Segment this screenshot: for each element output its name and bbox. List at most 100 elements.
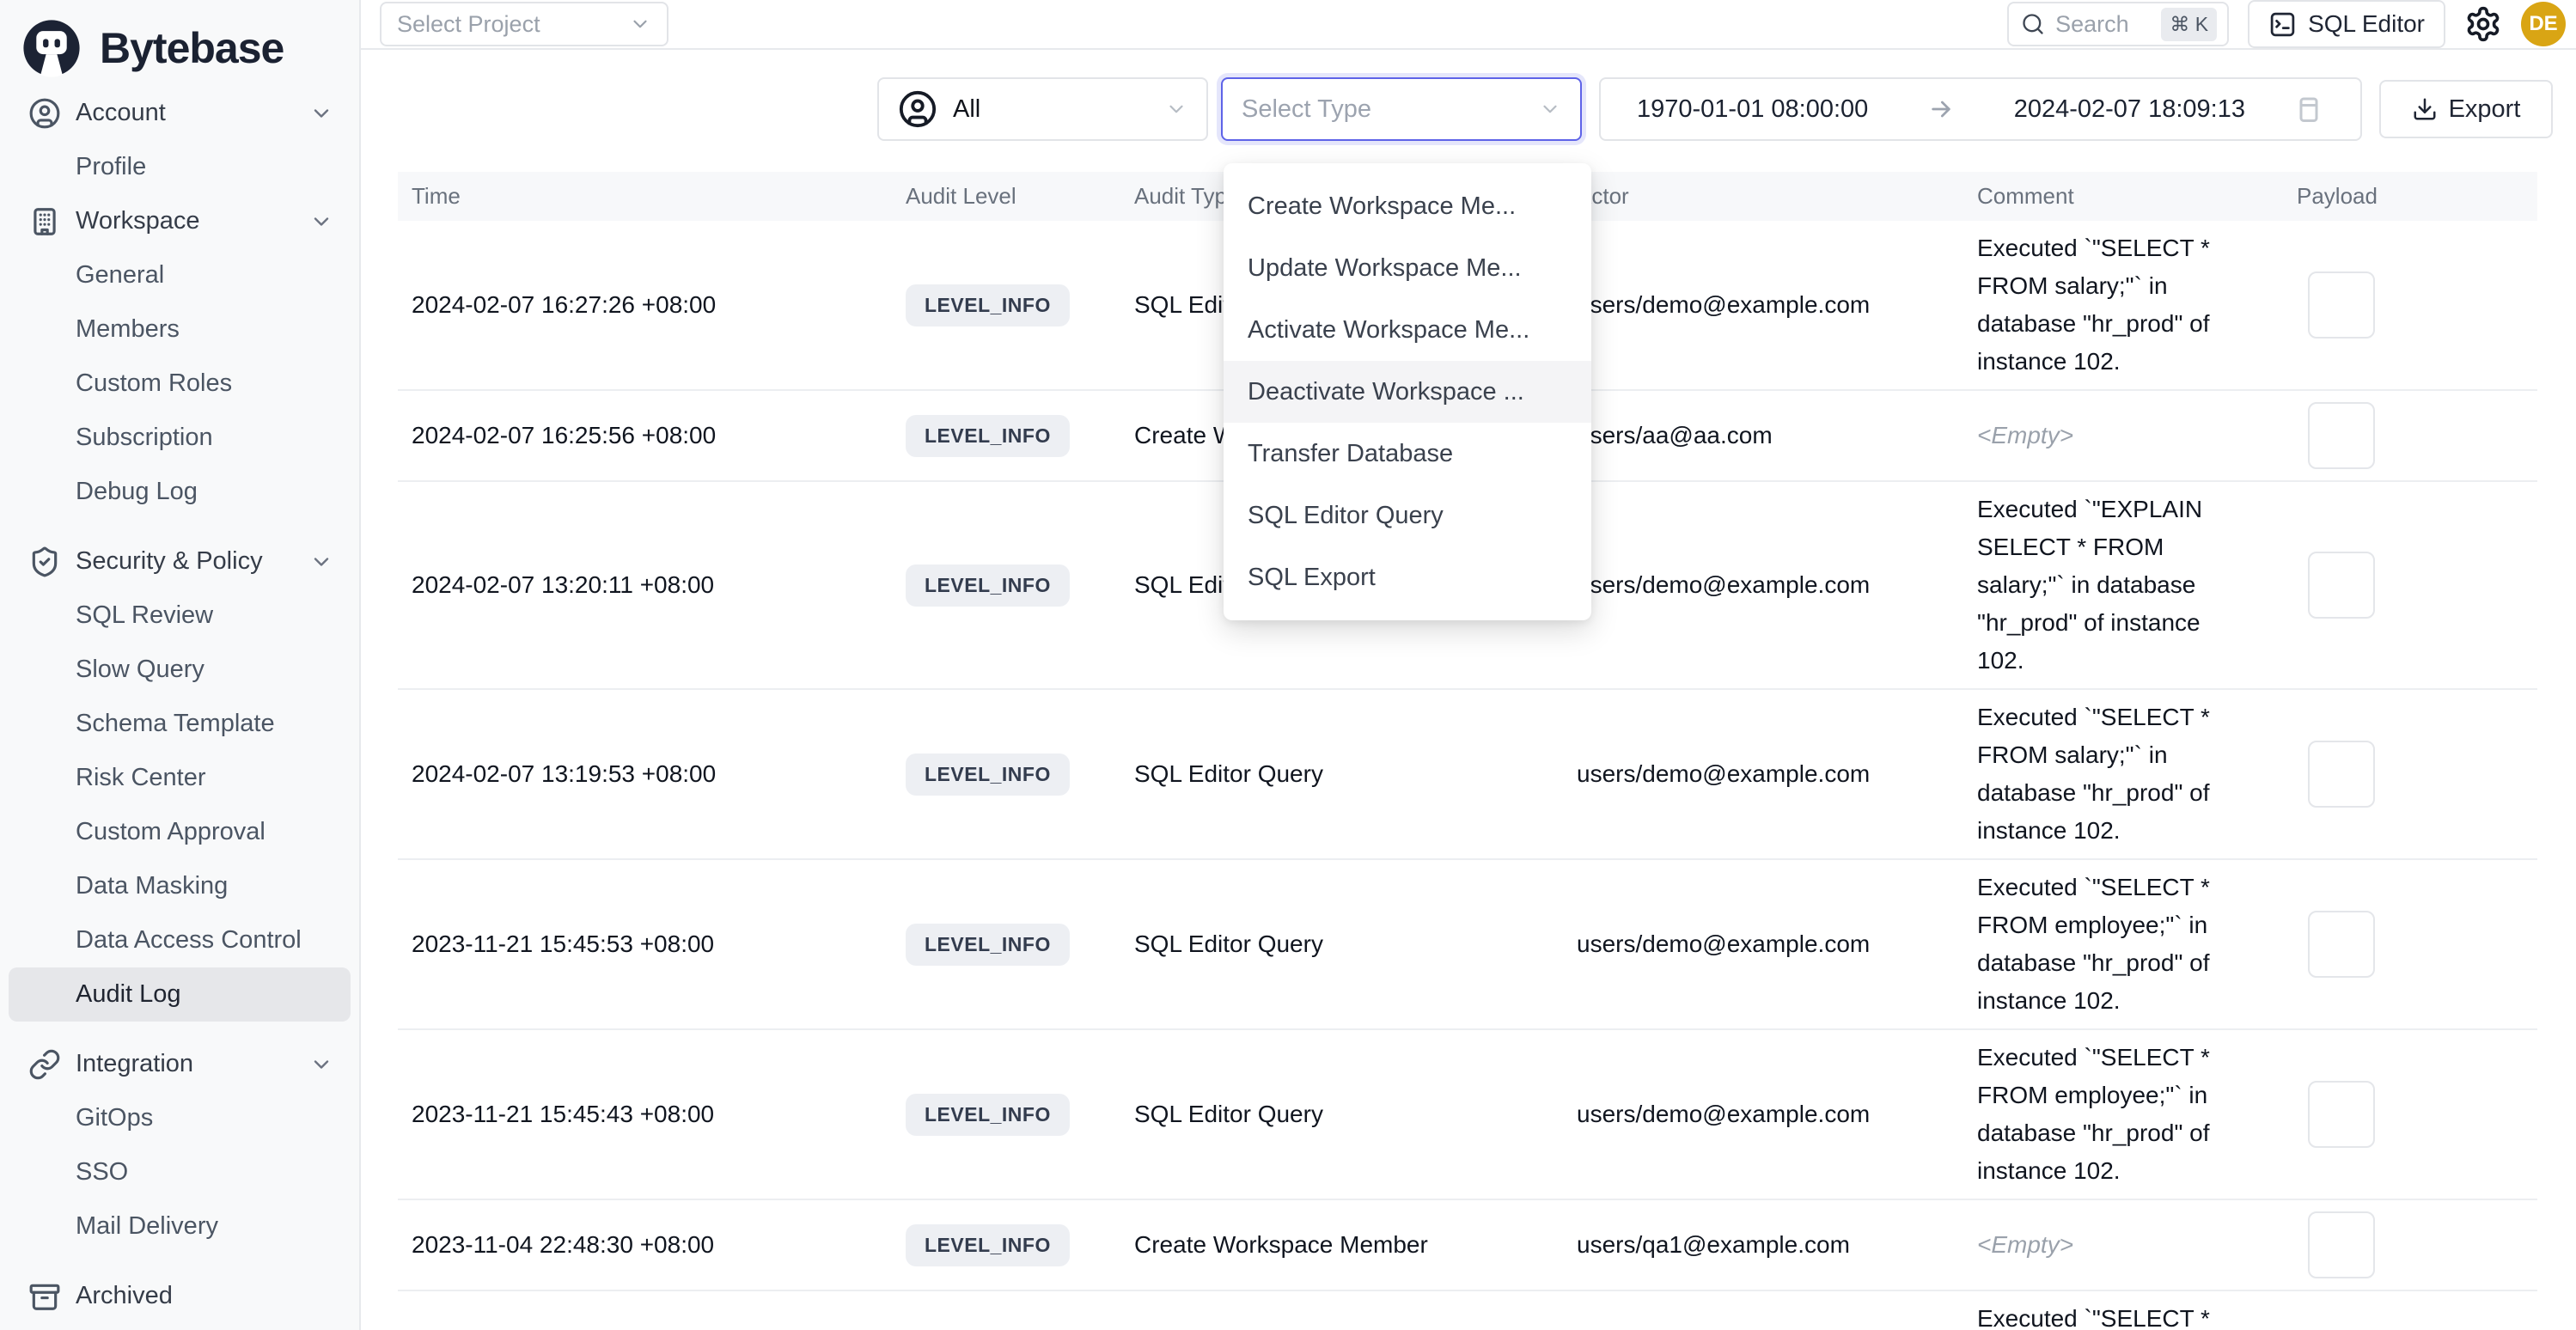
cell-actor: users/demo@example.com [1573,291,1969,319]
sidebar-item-general[interactable]: General [9,248,351,302]
sql-editor-button[interactable]: SQL Editor [2248,0,2445,48]
sidebar-item-audit-log[interactable]: Audit Log [9,967,351,1022]
menu-item-activate-workspace-me[interactable]: Activate Workspace Me... [1224,299,1591,361]
menu-item-transfer-database[interactable]: Transfer Database [1224,423,1591,485]
file-search-icon [2324,1097,2359,1132]
file-search-icon [2324,288,2359,322]
cell-audit-level: LEVEL_INFO [892,924,1122,966]
sidebar-item-sso[interactable]: SSO [9,1145,351,1199]
sidebar-item-subscription[interactable]: Subscription [9,411,351,465]
settings-gear-icon[interactable] [2464,5,2502,43]
cell-comment: Executed `"SELECT * FROM salary;"` in da… [1969,690,2265,858]
payload-button[interactable] [2308,911,2375,978]
cell-audit-type: SQL Editor Query [1122,760,1573,788]
table-row: 2023-11-04 22:48:30 +08:00 LEVEL_INFO Cr… [398,1200,2537,1291]
table-row: 2023-11-04 21:26:24 +08:00 LEVEL_INFO SQ… [398,1291,2537,1330]
chevron-down-icon [309,1052,333,1077]
file-search-icon [2324,927,2359,961]
download-icon [2412,96,2438,122]
cell-payload [2265,402,2537,469]
sidebar-item-custom-approval[interactable]: Custom Approval [9,805,351,859]
date-to: 2024-02-07 18:09:13 [2014,95,2245,124]
level-badge: LEVEL_INFO [906,1224,1070,1266]
type-filter-placeholder: Select Type [1242,95,1371,124]
cell-payload [2265,1211,2537,1278]
project-select[interactable]: Select Project [380,2,668,46]
sidebar-item-sql-review[interactable]: SQL Review [9,589,351,643]
cell-time: 2024-02-07 16:25:56 +08:00 [398,422,892,449]
column-header-time: Time [398,183,892,210]
file-search-icon [2324,568,2359,602]
export-button[interactable]: Export [2379,80,2553,138]
sidebar-item-gitops[interactable]: GitOps [9,1091,351,1145]
level-badge: LEVEL_INFO [906,753,1070,796]
sidebar-section-security-policy[interactable]: Security & Policy [0,534,359,589]
payload-button[interactable] [2308,1081,2375,1148]
sidebar-section-integration[interactable]: Integration [0,1037,359,1091]
cell-audit-level: LEVEL_INFO [892,753,1122,796]
chevron-down-icon [1165,98,1187,120]
menu-item-sql-export[interactable]: SQL Export [1224,546,1591,608]
user-avatar[interactable]: DE [2521,2,2566,46]
sidebar-item-schema-template[interactable]: Schema Template [9,697,351,751]
search-input[interactable]: Search ⌘ K [2007,2,2229,46]
chevron-down-icon [629,13,651,35]
menu-item-deactivate-workspace[interactable]: Deactivate Workspace ... [1224,361,1591,423]
type-filter-select[interactable]: Select Type [1221,77,1582,141]
cell-comment: Executed `"SELECT * FROM employee;"` in … [1969,860,2265,1028]
cell-time: 2023-11-21 15:45:53 +08:00 [398,930,892,958]
search-placeholder: Search [2055,11,2129,38]
sql-editor-label: SQL Editor [2308,10,2425,38]
cell-audit-level: LEVEL_INFO [892,284,1122,326]
payload-button[interactable] [2308,271,2375,339]
cell-audit-type: SQL Editor Query [1122,930,1573,958]
calendar-icon [2293,94,2324,125]
user-circle-icon [28,97,61,130]
payload-button[interactable] [2308,402,2375,469]
level-badge: LEVEL_INFO [906,1094,1070,1136]
project-select-placeholder: Select Project [397,11,540,38]
sidebar-item-mail-delivery[interactable]: Mail Delivery [9,1199,351,1254]
sidebar-section-label: Security & Policy [76,547,263,576]
payload-button[interactable] [2308,741,2375,808]
sidebar-section-account[interactable]: Account [0,86,359,140]
column-header-payload: Payload [2265,183,2537,210]
archive-icon [28,1280,61,1313]
cell-time: 2023-11-21 15:45:43 +08:00 [398,1101,892,1128]
table-row: 2023-11-21 15:45:53 +08:00 LEVEL_INFO SQ… [398,860,2537,1030]
cell-time: 2024-02-07 16:27:26 +08:00 [398,291,892,319]
column-header-comment: Comment [1969,183,2265,210]
cell-audit-type: Create Workspace Member [1122,1231,1573,1259]
app-window: Bytebase AccountProfileWorkspaceGeneralM… [0,0,2576,1330]
column-header-audit-level: Audit Level [892,183,1122,210]
sidebar-item-data-masking[interactable]: Data Masking [9,859,351,913]
date-range-picker[interactable]: 1970-01-01 08:00:00 2024-02-07 18:09:13 [1599,77,2362,141]
level-badge: LEVEL_INFO [906,415,1070,457]
sidebar-item-data-access-control[interactable]: Data Access Control [9,913,351,967]
sidebar-section-archived[interactable]: Archived [0,1269,359,1323]
sidebar-item-custom-roles[interactable]: Custom Roles [9,357,351,411]
sidebar-item-slow-query[interactable]: Slow Query [9,643,351,697]
sidebar-item-debug-log[interactable]: Debug Log [9,465,351,519]
sidebar-item-profile[interactable]: Profile [9,140,351,194]
cell-time: 2024-02-07 13:19:53 +08:00 [398,760,892,788]
payload-button[interactable] [2308,552,2375,619]
type-dropdown-menu: Create Workspace Me...Update Workspace M… [1224,163,1591,620]
sidebar-section-workspace[interactable]: Workspace [0,194,359,248]
table-row: 2023-11-21 15:45:43 +08:00 LEVEL_INFO SQ… [398,1030,2537,1200]
sidebar: Bytebase AccountProfileWorkspaceGeneralM… [0,0,361,1330]
cell-comment: <Empty> [1969,408,2265,463]
sidebar-item-members[interactable]: Members [9,302,351,357]
menu-item-update-workspace-me[interactable]: Update Workspace Me... [1224,237,1591,299]
cell-payload [2265,1081,2537,1148]
level-badge: LEVEL_INFO [906,564,1070,607]
file-search-icon [2324,418,2359,453]
menu-item-create-workspace-me[interactable]: Create Workspace Me... [1224,175,1591,237]
brand-logo[interactable]: Bytebase [0,0,359,86]
menu-item-sql-editor-query[interactable]: SQL Editor Query [1224,485,1591,546]
cell-audit-level: LEVEL_INFO [892,1224,1122,1266]
payload-button[interactable] [2308,1211,2375,1278]
cell-comment: Executed `"SELECT * FROM salary;"` in da… [1969,221,2265,389]
actor-filter-select[interactable]: All [877,77,1208,141]
sidebar-item-risk-center[interactable]: Risk Center [9,751,351,805]
